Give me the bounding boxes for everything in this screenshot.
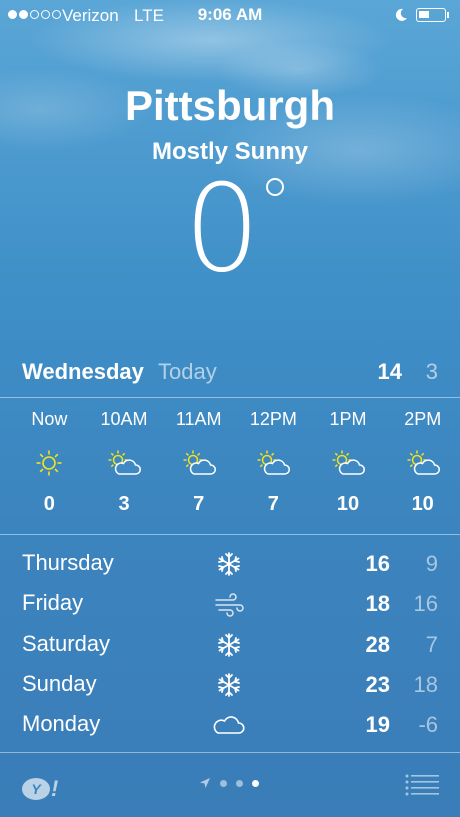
daily-row: Friday 18 16 <box>0 585 460 625</box>
snowflake-icon <box>218 552 240 576</box>
hour-time: 12PM <box>249 409 297 429</box>
day-high: 23 <box>365 671 390 697</box>
battery-level <box>419 11 429 18</box>
day-low: -6 <box>418 712 438 738</box>
sun-icon <box>36 450 62 476</box>
yahoo-logo[interactable]: Y ! <box>22 776 58 802</box>
current-temperature: 0 <box>184 160 261 299</box>
partly-cloudy-icon <box>332 450 365 475</box>
day-low: 7 <box>425 631 438 657</box>
day-name: Monday <box>22 711 101 737</box>
divider <box>0 752 460 753</box>
status-bar: Verizon LTE 9:06 AM <box>0 0 460 32</box>
page-dot[interactable] <box>236 779 243 787</box>
wind-icon <box>215 593 244 618</box>
degree-symbol-icon <box>266 178 284 196</box>
day-low: 18 <box>413 671 438 697</box>
hourly-item: 10AM 3 <box>87 405 162 530</box>
day-high: 18 <box>365 591 390 617</box>
daily-row: Thursday 16 9 <box>0 545 460 585</box>
daily-forecast[interactable]: Thursday 16 9 Friday 18 16 Saturday 28 7… <box>0 545 460 746</box>
daily-row: Sunday 23 18 <box>0 666 460 706</box>
hourly-item: 11AM 7 <box>161 405 236 530</box>
today-high-temp: 14 <box>377 359 402 384</box>
snowflake-icon <box>218 672 240 697</box>
partly-cloudy-icon <box>183 450 216 475</box>
daily-row: Saturday 28 7 <box>0 626 460 666</box>
hour-time: Now <box>31 409 68 429</box>
day-name: Sunday <box>22 670 97 696</box>
hour-temp: 7 <box>193 493 205 515</box>
battery-icon <box>416 8 446 22</box>
hour-time: 1PM <box>329 409 367 429</box>
city-list-menu-icon[interactable] <box>405 774 439 796</box>
day-name: Friday <box>22 590 84 616</box>
hourly-item: 2PM 10 <box>385 405 460 530</box>
hour-time: 10AM <box>100 409 148 429</box>
hourly-item: Now 0 <box>12 405 87 530</box>
divider <box>0 534 460 535</box>
partly-cloudy-icon <box>407 450 440 475</box>
page-dot[interactable] <box>252 779 259 787</box>
hour-temp: 3 <box>118 493 130 515</box>
divider <box>0 397 460 398</box>
yahoo-logo-letter: Y <box>22 778 50 800</box>
hourly-item: 12PM 7 <box>236 405 311 530</box>
hour-temp: 0 <box>43 493 55 515</box>
location-arrow-icon <box>200 778 210 788</box>
today-low-temp: 3 <box>425 359 438 384</box>
day-name: Saturday <box>22 630 111 656</box>
page-dots <box>220 779 259 787</box>
partly-cloudy-icon <box>257 450 291 475</box>
today-summary-row: Wednesday Today 14 3 <box>0 357 460 387</box>
day-high: 16 <box>365 551 390 576</box>
day-low: 16 <box>413 591 438 617</box>
day-high: 19 <box>365 712 390 738</box>
hour-time: 11AM <box>175 409 222 429</box>
daily-row: Monday 19 -6 <box>0 706 460 746</box>
hourly-item: 1PM 10 <box>311 405 386 530</box>
partly-cloudy-icon <box>108 450 141 475</box>
hour-temp: 10 <box>411 493 434 515</box>
day-name: Thursday <box>22 550 114 575</box>
battery-tip <box>447 12 449 18</box>
today-day-name: Wednesday <box>22 359 144 384</box>
status-time: 9:06 AM <box>197 5 263 24</box>
city-name: Pittsburgh <box>125 82 335 129</box>
yahoo-logo-mark: ! <box>51 776 59 801</box>
page-indicator[interactable] <box>199 777 259 789</box>
day-low: 9 <box>425 551 438 576</box>
cloud-icon <box>213 716 245 734</box>
hour-time: 2PM <box>404 409 442 429</box>
hourly-forecast[interactable]: Now 0 10AM 3 11AM 7 12PM 7 1PM 10 2PM 10 <box>12 405 460 530</box>
snowflake-icon <box>218 632 240 657</box>
today-label: Today <box>158 359 217 384</box>
page-dot[interactable] <box>220 779 227 787</box>
hour-temp: 10 <box>336 493 360 515</box>
do-not-disturb-moon-icon <box>395 8 407 21</box>
day-high: 28 <box>365 631 390 657</box>
hour-temp: 7 <box>267 493 279 515</box>
